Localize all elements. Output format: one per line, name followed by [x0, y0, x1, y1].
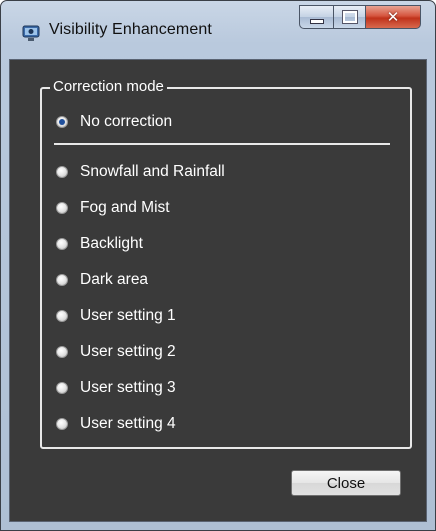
maximize-icon	[342, 11, 357, 23]
divider	[54, 143, 390, 145]
radio-dark-area[interactable]: Dark area	[56, 271, 148, 289]
radio-user-setting-2[interactable]: User setting 2	[56, 343, 176, 361]
radio-label: User setting 2	[80, 343, 176, 360]
group-label: Correction mode	[50, 78, 167, 95]
radio-label: Snowfall and Rainfall	[80, 163, 225, 180]
radio-indicator	[56, 166, 68, 178]
radio-user-setting-4[interactable]: User setting 4	[56, 415, 176, 433]
radio-label: No correction	[80, 113, 173, 130]
dialog-window: Visibility Enhancement ✕ Correction mode…	[0, 0, 436, 531]
minimize-button[interactable]	[299, 5, 333, 29]
radio-user-setting-1[interactable]: User setting 1	[56, 307, 176, 325]
window-title: Visibility Enhancement	[49, 21, 212, 38]
radio-indicator	[56, 346, 68, 358]
dialog-client-area: Correction mode No correction Snowfall a…	[9, 59, 427, 522]
caption-buttons: ✕	[299, 5, 421, 31]
radio-snowfall-and-rainfall[interactable]: Snowfall and Rainfall	[56, 163, 225, 181]
radio-indicator	[56, 418, 68, 430]
radio-indicator	[56, 116, 68, 128]
correction-mode-group: Correction mode No correction Snowfall a…	[40, 78, 412, 449]
radio-no-correction[interactable]: No correction	[56, 113, 172, 131]
radio-label: User setting 1	[80, 307, 176, 324]
radio-label: Dark area	[80, 271, 149, 288]
radio-label: Backlight	[80, 235, 143, 252]
radio-indicator	[56, 274, 68, 286]
radio-indicator	[56, 238, 68, 250]
radio-indicator	[56, 310, 68, 322]
radio-label: Fog and Mist	[80, 199, 170, 216]
maximize-button[interactable]	[333, 5, 365, 29]
radio-user-setting-3[interactable]: User setting 3	[56, 379, 176, 397]
title-bar[interactable]: Visibility Enhancement ✕	[1, 1, 435, 59]
window-close-button[interactable]: ✕	[365, 5, 421, 29]
radio-label: User setting 3	[80, 379, 176, 396]
minimize-icon	[309, 18, 324, 24]
close-icon: ✕	[386, 8, 400, 26]
radio-backlight[interactable]: Backlight	[56, 235, 143, 253]
radio-indicator	[56, 202, 68, 214]
close-button[interactable]: Close	[291, 470, 401, 496]
radio-indicator	[56, 382, 68, 394]
radio-label: User setting 4	[80, 415, 176, 432]
radio-fog-and-mist[interactable]: Fog and Mist	[56, 199, 170, 217]
camera-monitor-icon	[21, 23, 41, 43]
